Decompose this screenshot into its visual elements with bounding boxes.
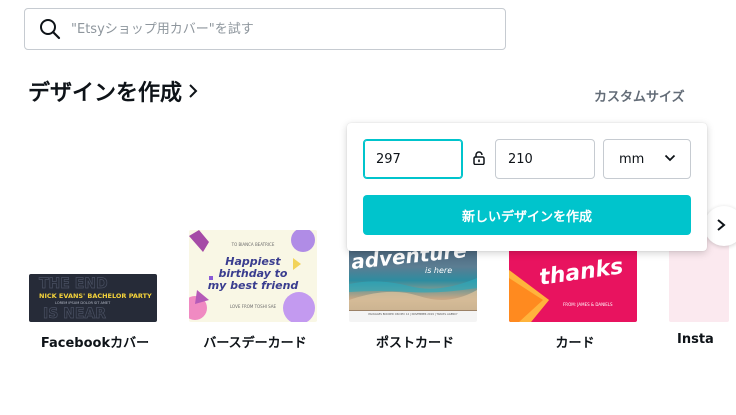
birthday-card-thumbnail: TO BIANCA BEATRICE Happiest birthday to … [189,230,317,322]
card-label: Facebookカバー [40,336,150,351]
facebook-cover-thumbnail: THE END IS NEAR NICK EVANS' BACHELOR PAR… [29,274,157,322]
chevron-right-icon [186,82,200,100]
create-design-heading[interactable]: デザインを作成 [28,76,200,106]
postcard-sub: is here [425,266,453,275]
template-search-bar[interactable] [24,8,506,50]
custom-size-link[interactable]: カスタムサイズ [594,86,685,105]
custom-size-popover: mm 新しいデザインを作成 [347,123,707,251]
unit-value: mm [619,151,645,167]
chevron-down-icon [664,154,676,162]
postcard-footer: PACKAGES BOOKED ON DEC 12 | NOVEMBER 201… [368,313,458,316]
design-type-carousel: THE END IS NEAR NICK EVANS' BACHELOR PAR… [0,230,736,370]
birthday-message: Happiest birthday to my best friend [189,256,317,292]
unit-select[interactable]: mm [603,139,691,179]
fb-bg-text-2: IS NEAR [43,306,106,322]
section-title: デザインを作成 [28,81,183,106]
fb-subline: LOREM IPSUM DOLOR SIT AMET [55,301,111,305]
card-label: ポストカード [375,336,454,351]
birthday-line-3: my best friend [207,279,299,292]
chevron-right-icon [716,217,726,236]
card-label: カード [555,336,595,351]
height-input[interactable] [495,139,595,179]
create-new-design-button[interactable]: 新しいデザインを作成 [363,195,691,235]
search-input[interactable] [71,9,505,49]
search-icon [39,18,61,40]
card-label: Insta [677,332,714,347]
card-label: バースデーカード [203,336,307,351]
fb-bg-text-1: THE END [39,276,108,292]
unlock-icon[interactable] [473,151,485,165]
greeting-footer: FROM: JAMES & DANIELS [563,302,613,307]
fb-headline: NICK EVANS' BACHELOR PARTY [39,292,152,300]
width-input[interactable] [363,139,463,179]
birthday-top-text: TO BIANCA BEATRICE [231,242,275,247]
carousel-next-button[interactable] [704,206,736,246]
birthday-bottom-text: LOVE FROM TOSHI SAE [229,304,277,309]
